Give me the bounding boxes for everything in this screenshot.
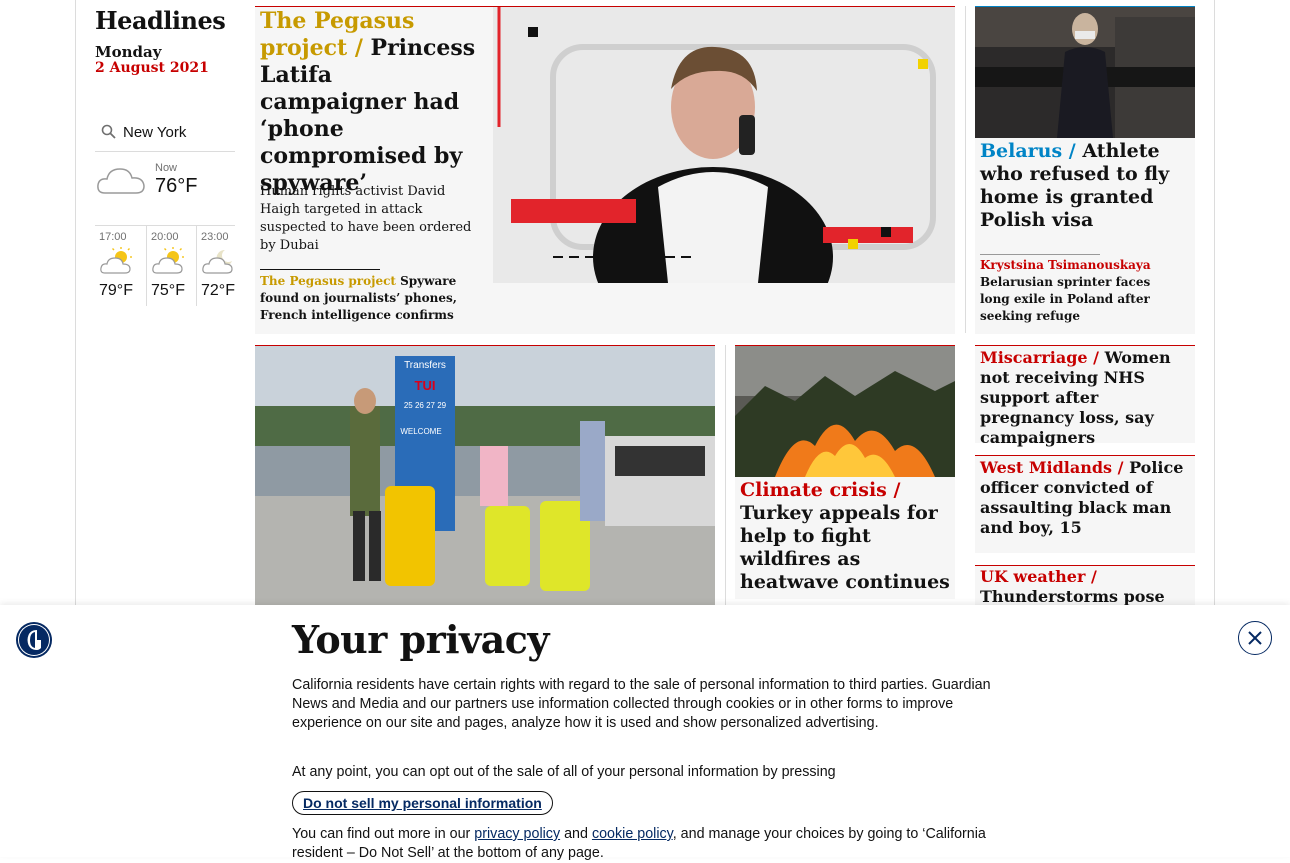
privacy-banner: Your privacy California residents have c… bbox=[0, 605, 1290, 861]
miscarriage-story-card[interactable]: Miscarriage / Women not receiving NHS su… bbox=[975, 345, 1195, 447]
westmidlands-story-card[interactable]: West Midlands / Police officer convicted… bbox=[975, 455, 1195, 553]
divider bbox=[980, 254, 1100, 255]
sublink-kicker: The Pegasus project bbox=[260, 274, 396, 288]
westmidlands-headline[interactable]: West Midlands / Police officer convicted… bbox=[980, 458, 1190, 538]
section-title: Headlines bbox=[95, 6, 226, 35]
close-icon bbox=[1248, 631, 1262, 645]
weather-now-temp: 76°F bbox=[155, 175, 198, 197]
weather-forecast: 17:00 79°F 20:00 75°F 23:00 72°F bbox=[95, 225, 235, 306]
forecast-time: 17:00 bbox=[99, 231, 127, 243]
and-text: and bbox=[564, 826, 588, 842]
weather-now-label: Now bbox=[155, 162, 178, 174]
main-story-card[interactable]: The Pegasus project / Princess Latifa ca… bbox=[255, 6, 955, 334]
search-icon bbox=[101, 124, 116, 139]
forecast-slot: 20:00 75°F bbox=[146, 226, 193, 306]
main-story-image bbox=[493, 7, 955, 283]
guardian-logo bbox=[16, 622, 52, 658]
guardian-g-icon bbox=[18, 624, 50, 656]
privacy-body: California residents have certain rights… bbox=[292, 677, 991, 731]
weather-location-field[interactable]: New York bbox=[95, 115, 235, 152]
privacy-more-info: You can find out more in our privacy pol… bbox=[292, 825, 997, 863]
belarus-sublink[interactable]: Krystsina Tsimanouskaya Belarusian sprint… bbox=[980, 257, 1180, 325]
ukweather-kicker: UK weather / bbox=[980, 567, 1097, 586]
forecast-slot: 23:00 72°F bbox=[196, 226, 243, 306]
date-label: 2 August 2021 bbox=[95, 60, 209, 76]
wildfire-image bbox=[735, 346, 955, 477]
column-divider bbox=[965, 6, 966, 333]
climate-story-card[interactable]: Climate crisis / Turkey appeals for help … bbox=[735, 345, 955, 599]
privacy-policy-link[interactable]: privacy policy bbox=[474, 826, 560, 842]
forecast-temp: 75°F bbox=[151, 282, 185, 299]
belarus-story-card[interactable]: Belarus / Athlete who refused to fly hom… bbox=[975, 6, 1195, 334]
main-story-standfirst: Human rights activist David Haigh target… bbox=[260, 184, 472, 253]
climate-headline[interactable]: Climate crisis / Turkey appeals for help … bbox=[740, 479, 955, 594]
weather-location: New York bbox=[123, 124, 187, 141]
day-label: Monday bbox=[95, 43, 162, 61]
sun-cloud-icon bbox=[100, 247, 132, 274]
forecast-temp: 72°F bbox=[201, 282, 235, 299]
westmidlands-kicker: West Midlands / bbox=[980, 458, 1124, 477]
climate-headline-text: Turkey appeals for help to fight wildfir… bbox=[740, 502, 950, 593]
sublink-text: Belarusian sprinter faces long exile in … bbox=[980, 275, 1151, 323]
sign-brand-text: TUI bbox=[415, 378, 436, 393]
forecast-time: 23:00 bbox=[201, 231, 229, 243]
miscarriage-headline[interactable]: Miscarriage / Women not receiving NHS su… bbox=[980, 348, 1190, 448]
forecast-time: 20:00 bbox=[151, 231, 179, 243]
main-story-headline[interactable]: The Pegasus project / Princess Latifa ca… bbox=[260, 8, 480, 197]
sun-cloud-icon bbox=[152, 247, 184, 274]
divider bbox=[260, 269, 380, 270]
belarus-story-image bbox=[975, 7, 1195, 138]
cloud-icon bbox=[97, 168, 145, 194]
travel-story-image[interactable]: Transfers TUI 25 26 27 29 WELCOME bbox=[255, 345, 715, 606]
privacy-title: Your privacy bbox=[292, 617, 550, 662]
forecast-slot: 17:00 79°F bbox=[95, 226, 141, 306]
column-divider bbox=[725, 345, 726, 605]
miscarriage-kicker: Miscarriage / bbox=[980, 348, 1099, 367]
moon-cloud-icon bbox=[202, 249, 233, 274]
main-story-sublink[interactable]: The Pegasus project Spyware found on jou… bbox=[260, 273, 475, 324]
belarus-headline[interactable]: Belarus / Athlete who refused to fly hom… bbox=[980, 140, 1190, 232]
climate-kicker: Climate crisis / bbox=[740, 479, 901, 501]
belarus-kicker: Belarus / bbox=[980, 140, 1076, 162]
cookie-policy-link[interactable]: cookie policy bbox=[592, 826, 673, 842]
more-prefix: You can find out more in our bbox=[292, 826, 471, 842]
sublink-kicker: Krystsina Tsimanouskaya bbox=[980, 258, 1151, 272]
sign-transfers-text: Transfers bbox=[404, 360, 446, 371]
do-not-sell-button[interactable]: Do not sell my personal information bbox=[292, 791, 553, 815]
privacy-optout-text: At any point, you can opt out of the sal… bbox=[292, 764, 836, 780]
close-button[interactable] bbox=[1238, 621, 1272, 655]
forecast-temp: 79°F bbox=[99, 282, 133, 299]
sign-numbers-text: 25 26 27 29 bbox=[404, 401, 447, 410]
sign-welcome-text: WELCOME bbox=[400, 427, 441, 436]
